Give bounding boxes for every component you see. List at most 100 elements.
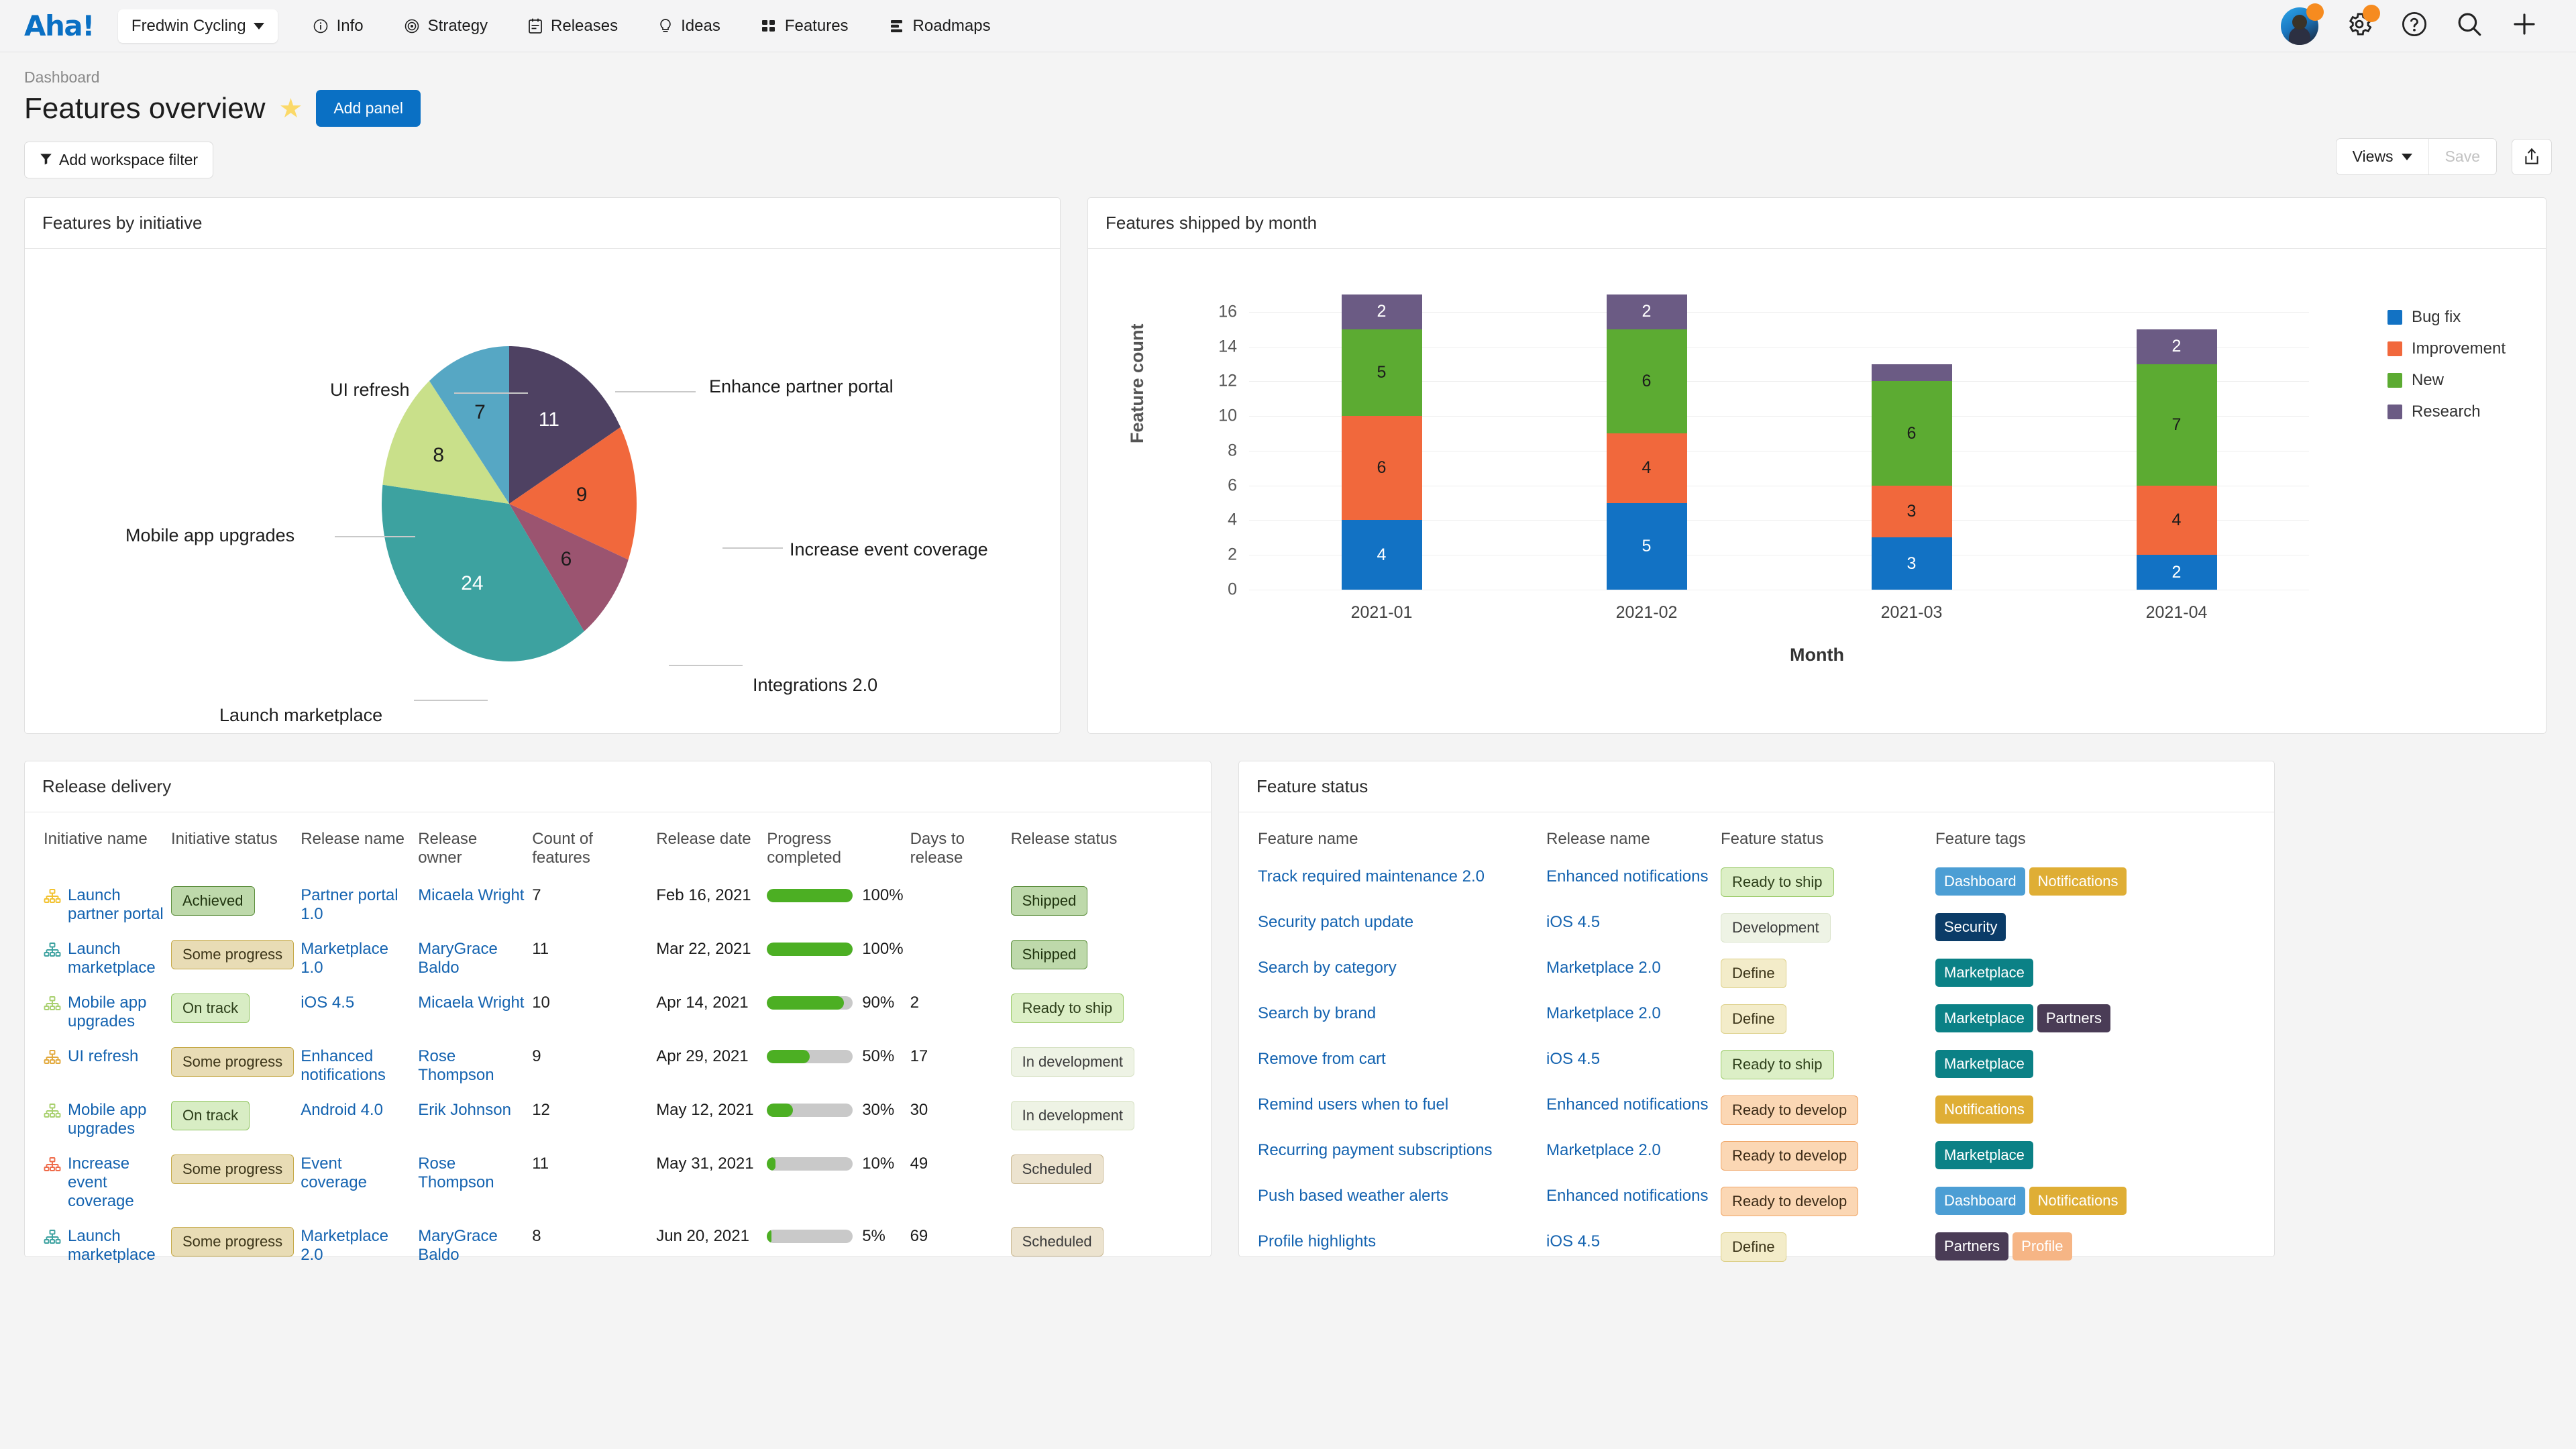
table-row[interactable]: Profile highlightsiOS 4.5DefinePartnersP… [1258,1224,2255,1270]
avatar[interactable] [2281,7,2318,45]
table-row[interactable]: Search by brandMarketplace 2.0DefineMark… [1258,996,2255,1042]
table-row[interactable]: Track required maintenance 2.0Enhanced n… [1258,859,2255,905]
initiative-link[interactable]: Mobile app upgrades [68,1101,164,1138]
release-link[interactable]: iOS 4.5 [301,994,354,1012]
column-header[interactable]: Release status [1011,819,1192,878]
feature-tag[interactable]: Dashboard [1935,1187,2025,1215]
column-header[interactable]: Release date [656,819,767,878]
add-panel-button[interactable]: Add panel [316,90,421,127]
owner-link[interactable]: MaryGrace Baldo [418,1227,498,1264]
bar-segment[interactable]: 5 [1607,503,1687,590]
add-workspace-filter-button[interactable]: Add workspace filter [24,142,213,178]
table-row[interactable]: Launch marketplaceSome progressMarketpla… [44,932,1192,985]
table-row[interactable]: Launch marketplaceSome progressMarketpla… [44,1219,1192,1273]
table-row[interactable]: Search by categoryMarketplace 2.0DefineM… [1258,951,2255,996]
feature-tag[interactable]: Marketplace [1935,1004,2033,1032]
owner-link[interactable]: Micaela Wright [418,994,524,1012]
table-row[interactable]: Security patch updateiOS 4.5DevelopmentS… [1258,905,2255,951]
nav-item-roadmaps[interactable]: Roadmaps [869,17,1011,36]
table-row[interactable]: Mobile app upgradesOn trackAndroid 4.0Er… [44,1093,1192,1146]
owner-link[interactable]: MaryGrace Baldo [418,940,498,977]
feature-tag[interactable]: Partners [1935,1232,2008,1260]
owner-link[interactable]: Micaela Wright [418,886,524,904]
release-link[interactable]: Marketplace 2.0 [1546,959,1661,977]
release-link[interactable]: Marketplace 2.0 [301,1227,388,1264]
bar-segment[interactable]: 5 [1342,329,1422,416]
bar-segment[interactable]: 4 [1342,520,1422,590]
column-header[interactable]: Feature status [1721,819,1935,859]
legend-item[interactable]: Improvement [2387,339,2506,358]
bar-segment[interactable]: 3 [1872,486,1952,538]
table-row[interactable]: Mobile app upgradesOn trackiOS 4.5Micael… [44,985,1192,1039]
initiative-link[interactable]: Mobile app upgrades [68,994,164,1031]
legend-item[interactable]: New [2387,371,2506,390]
feature-tag[interactable]: Partners [2037,1004,2110,1032]
initiative-link[interactable]: Launch partner portal [68,886,164,924]
nav-item-info[interactable]: Info [292,17,384,36]
release-link[interactable]: Enhanced notifications [1546,1095,1709,1114]
release-link[interactable]: Event coverage [301,1155,367,1191]
table-row[interactable]: UI refreshSome progressEnhanced notifica… [44,1039,1192,1093]
owner-link[interactable]: Rose Thompson [418,1047,494,1084]
feature-link[interactable]: Push based weather alerts [1258,1187,1448,1205]
save-button[interactable]: Save [2429,139,2496,174]
initiative-link[interactable]: UI refresh [68,1047,138,1066]
release-link[interactable]: Marketplace 1.0 [301,940,388,977]
column-header[interactable]: Feature name [1258,819,1546,859]
feature-link[interactable]: Recurring payment subscriptions [1258,1141,1493,1159]
feature-link[interactable]: Search by category [1258,959,1397,977]
owner-link[interactable]: Rose Thompson [418,1155,494,1191]
stacked-bar[interactable]: 2742 [2137,329,2217,590]
feature-tag[interactable]: Dashboard [1935,867,2025,896]
bar-segment[interactable]: 2 [1607,294,1687,329]
bar-segment[interactable]: 7 [2137,364,2217,486]
initiative-link[interactable]: Launch marketplace [68,1227,164,1265]
release-link[interactable]: iOS 4.5 [1546,913,1600,931]
column-header[interactable]: Feature tags [1935,819,2255,859]
feature-tag[interactable]: Notifications [2029,1187,2127,1215]
table-row[interactable]: Remind users when to fuelEnhanced notifi… [1258,1087,2255,1133]
bar-segment[interactable]: 6 [1342,416,1422,520]
column-header[interactable]: Initiative name [44,819,171,878]
nav-item-strategy[interactable]: Strategy [384,17,508,36]
table-row[interactable]: Increase event coverageSome progressEven… [44,1146,1192,1219]
table-row[interactable]: Remove from cartiOS 4.5Ready to shipMark… [1258,1042,2255,1087]
bar-segment[interactable]: 4 [2137,486,2217,555]
feature-link[interactable]: Search by brand [1258,1004,1376,1022]
add-button[interactable] [2510,10,2538,42]
nav-item-ideas[interactable]: Ideas [638,17,741,36]
table-row[interactable]: Recurring payment subscriptions Marketpla… [1258,1133,2255,1179]
workspace-selector[interactable]: Fredwin Cycling [118,9,278,43]
release-link[interactable]: Marketplace 2.0 [1546,1141,1661,1159]
feature-tag[interactable]: Profile [2012,1232,2072,1260]
nav-item-releases[interactable]: Releases [508,17,638,36]
column-header[interactable]: Initiative status [171,819,301,878]
bar-segment[interactable]: 6 [1872,381,1952,485]
table-row[interactable]: Push based weather alerts Enhanced notifi… [1258,1179,2255,1224]
stacked-bar[interactable]: 633 [1872,364,1952,590]
share-button[interactable] [2512,139,2552,175]
feature-tag[interactable]: Marketplace [1935,959,2033,987]
feature-tag[interactable]: Marketplace [1935,1141,2033,1169]
bar-segment[interactable]: 3 [1872,537,1952,590]
legend-item[interactable]: Bug fix [2387,308,2506,327]
gear-button[interactable] [2345,10,2373,42]
nav-item-features[interactable]: Features [741,17,869,36]
owner-link[interactable]: Erik Johnson [418,1101,511,1119]
feature-link[interactable]: Profile highlights [1258,1232,1376,1250]
legend-item[interactable]: Research [2387,402,2506,421]
release-link[interactable]: Android 4.0 [301,1101,383,1119]
release-link[interactable]: Partner portal 1.0 [301,886,398,923]
bar-segment[interactable]: 2 [2137,329,2217,364]
feature-link[interactable]: Track required maintenance 2.0 [1258,867,1485,885]
feature-tag[interactable]: Security [1935,913,2006,941]
bar-segment[interactable]: 2 [1342,294,1422,329]
feature-tag[interactable]: Marketplace [1935,1050,2033,1078]
feature-link[interactable]: Security patch update [1258,913,1413,931]
stacked-bar[interactable]: 2645 [1607,294,1687,590]
bar-segment[interactable] [1872,364,1952,382]
initiative-link[interactable]: Launch marketplace [68,940,164,977]
column-header[interactable]: Count of features [532,819,656,878]
column-header[interactable]: Days to release [910,819,1011,878]
release-link[interactable]: Enhanced notifications [1546,1187,1709,1205]
